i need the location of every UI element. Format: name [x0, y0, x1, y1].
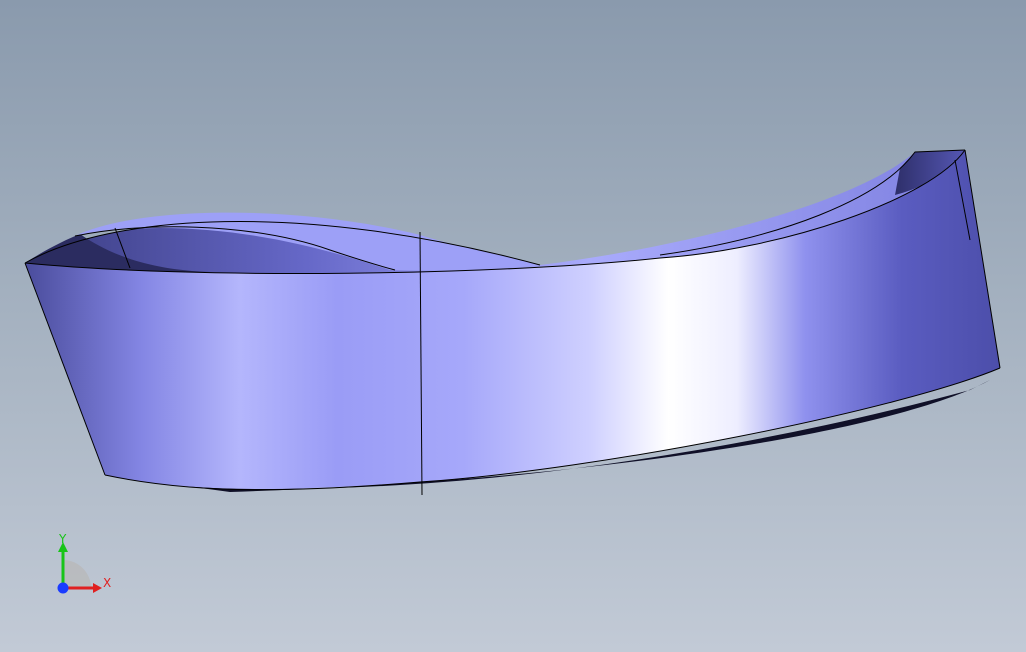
x-arrow-icon	[93, 583, 102, 593]
y-axis-label: Y	[59, 532, 67, 546]
x-axis-label: X	[103, 576, 112, 590]
3d-viewport[interactable]: Y X	[0, 0, 1026, 652]
band-model[interactable]	[0, 0, 1026, 652]
triad-plane-icon	[63, 560, 91, 588]
z-axis-icon	[57, 582, 69, 594]
